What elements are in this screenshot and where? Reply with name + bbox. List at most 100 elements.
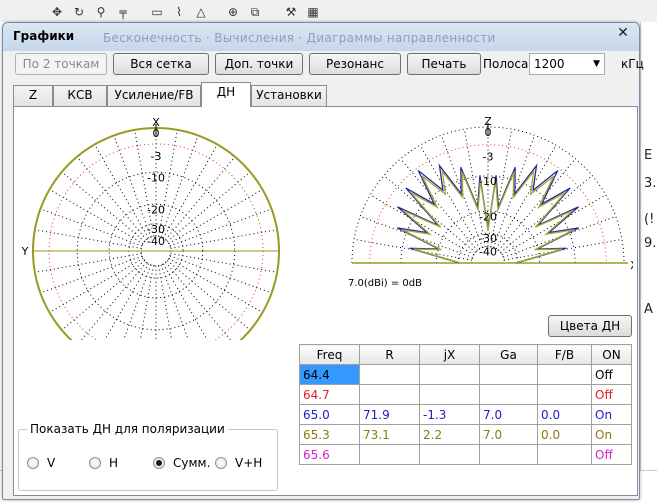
tab-gain-fb[interactable]: Усиление/FB	[107, 85, 201, 106]
cell-on[interactable]: On	[591, 404, 632, 425]
radio-vh-dot[interactable]	[215, 457, 227, 469]
cell-ga[interactable]	[479, 444, 538, 465]
table-row[interactable]: 65.3 73.1 2.2 7.0 0.0 On	[299, 424, 632, 445]
radio-sum[interactable]: Сумм.	[153, 456, 210, 470]
col-fb[interactable]: F/B	[537, 344, 592, 365]
calculator-icon[interactable]: ▦	[306, 5, 320, 19]
azimuth-spoke	[168, 189, 263, 245]
tab-settings[interactable]: Установки	[251, 85, 327, 106]
elevation-ring-label: 0	[485, 126, 492, 139]
radio-v-dot[interactable]	[27, 457, 39, 469]
tab-swr[interactable]: КСВ	[53, 85, 107, 106]
pattern-colors-button[interactable]: Цвета ДН	[548, 315, 632, 337]
cell-jx[interactable]: -1.3	[419, 404, 480, 425]
cell-ga[interactable]: 7.0	[479, 404, 538, 425]
col-freq[interactable]: Freq	[299, 344, 360, 365]
cell-jx[interactable]	[419, 384, 480, 405]
table-row[interactable]: 65.0 71.9 -1.3 7.0 0.0 On	[299, 404, 632, 425]
full-grid-button[interactable]: Вся сетка	[113, 53, 209, 75]
col-jx[interactable]: jX	[419, 344, 480, 365]
azimuth-spoke	[162, 263, 208, 340]
elevation-spoke	[369, 194, 475, 256]
rotate-icon[interactable]: ↻	[72, 5, 86, 19]
zoom-icon[interactable]: ⚲	[94, 5, 108, 19]
dialog-titlebar[interactable]: Графики Бесконечность · Вычисления · Диа…	[3, 23, 639, 51]
cell-freq[interactable]: 65.6	[299, 444, 360, 465]
background-right-text: 9.	[644, 236, 657, 251]
cell-r[interactable]: 71.9	[359, 404, 420, 425]
azimuth-spoke	[165, 156, 236, 241]
azimuth-ring-label: 0	[153, 127, 160, 140]
target-icon[interactable]: ⊕	[226, 5, 240, 19]
cell-freq[interactable]: 64.7	[299, 384, 360, 405]
two-points-button[interactable]: По 2 точкам	[15, 53, 107, 75]
band-label: Полоса	[483, 57, 529, 71]
radio-vh[interactable]: V+H	[215, 456, 262, 470]
tools-icon[interactable]: ⚒	[284, 5, 298, 19]
azimuth-spoke	[61, 171, 146, 242]
print-button[interactable]: Печать	[407, 53, 481, 75]
radio-h-dot[interactable]	[89, 457, 101, 469]
table-row[interactable]: 64.4 Off	[299, 364, 632, 385]
cell-freq[interactable]: 65.3	[299, 424, 360, 445]
radio-sum-dot[interactable]	[153, 457, 165, 469]
draw-icon[interactable]: ⌇	[172, 5, 186, 19]
triangle-icon[interactable]: △	[194, 5, 208, 19]
azimuth-spoke	[61, 260, 146, 331]
cell-on[interactable]: On	[591, 424, 632, 445]
cell-ga[interactable]: 7.0	[479, 424, 538, 445]
band-select[interactable]: 1200 ▼	[529, 53, 605, 75]
table-row[interactable]: 64.7 Off	[299, 384, 632, 405]
cell-ga[interactable]	[479, 364, 538, 385]
elevation-ring-label: -30	[479, 232, 497, 245]
elevation-ring-label: -40	[479, 246, 497, 259]
split-icon[interactable]: ╤	[116, 5, 130, 19]
cell-r[interactable]	[359, 444, 420, 465]
cell-on[interactable]: Off	[591, 444, 632, 465]
cell-jx[interactable]	[419, 364, 480, 385]
radio-v[interactable]: V	[27, 456, 55, 470]
cell-fb[interactable]: 0.0	[537, 404, 592, 425]
cell-jx[interactable]: 2.2	[419, 424, 480, 445]
radio-h[interactable]: H	[89, 456, 118, 470]
cell-on[interactable]: Off	[591, 364, 632, 385]
cell-r[interactable]	[359, 384, 420, 405]
table-row[interactable]: 65.6 Off	[299, 444, 632, 465]
azimuth-ring-label: -40	[147, 235, 165, 248]
azimuth-spoke	[170, 229, 278, 249]
cell-fb[interactable]	[537, 364, 592, 385]
copy-icon[interactable]: ⧉	[248, 5, 262, 19]
tab-pattern[interactable]: ДН	[201, 82, 251, 107]
cell-jx[interactable]	[419, 444, 480, 465]
elevation-ring-label: -10	[479, 175, 497, 188]
close-icon[interactable]: ✕	[613, 25, 633, 41]
col-ga[interactable]: Ga	[479, 344, 538, 365]
cell-ga[interactable]	[479, 384, 538, 405]
move-icon[interactable]: ✥	[50, 5, 64, 19]
radio-h-label: H	[109, 456, 119, 470]
cell-r[interactable]: 73.1	[359, 424, 420, 445]
cell-fb[interactable]	[537, 444, 592, 465]
chevron-down-icon[interactable]: ▼	[593, 54, 600, 74]
charts-dialog: Графики Бесконечность · Вычисления · Диа…	[2, 22, 644, 500]
cell-freq[interactable]: 65.0	[299, 404, 360, 425]
page-icon[interactable]: ▭	[150, 5, 164, 19]
azimuth-spoke	[34, 229, 142, 249]
col-r[interactable]: R	[359, 344, 420, 365]
tab-z[interactable]: Z	[13, 85, 53, 106]
band-unit: кГц	[621, 57, 644, 71]
cell-r[interactable]	[359, 364, 420, 385]
cell-fb[interactable]	[537, 384, 592, 405]
cell-on[interactable]: Off	[591, 384, 632, 405]
cell-fb[interactable]: 0.0	[537, 424, 592, 445]
cell-freq[interactable]: 64.4	[299, 364, 360, 385]
azimuth-spoke	[169, 255, 272, 294]
azimuth-spoke	[34, 253, 142, 273]
azimuth-spoke	[49, 257, 144, 313]
add-points-button[interactable]: Доп. точки	[215, 53, 303, 75]
pattern-plots: XY0-3-10-20-30-40ZX0-3-10-20-30-407.0(dB…	[21, 115, 633, 340]
azimuth-spoke	[165, 261, 232, 340]
azimuth-spoke	[94, 144, 150, 239]
col-on[interactable]: ON	[591, 344, 632, 365]
resonance-button[interactable]: Резонанс	[309, 53, 401, 75]
